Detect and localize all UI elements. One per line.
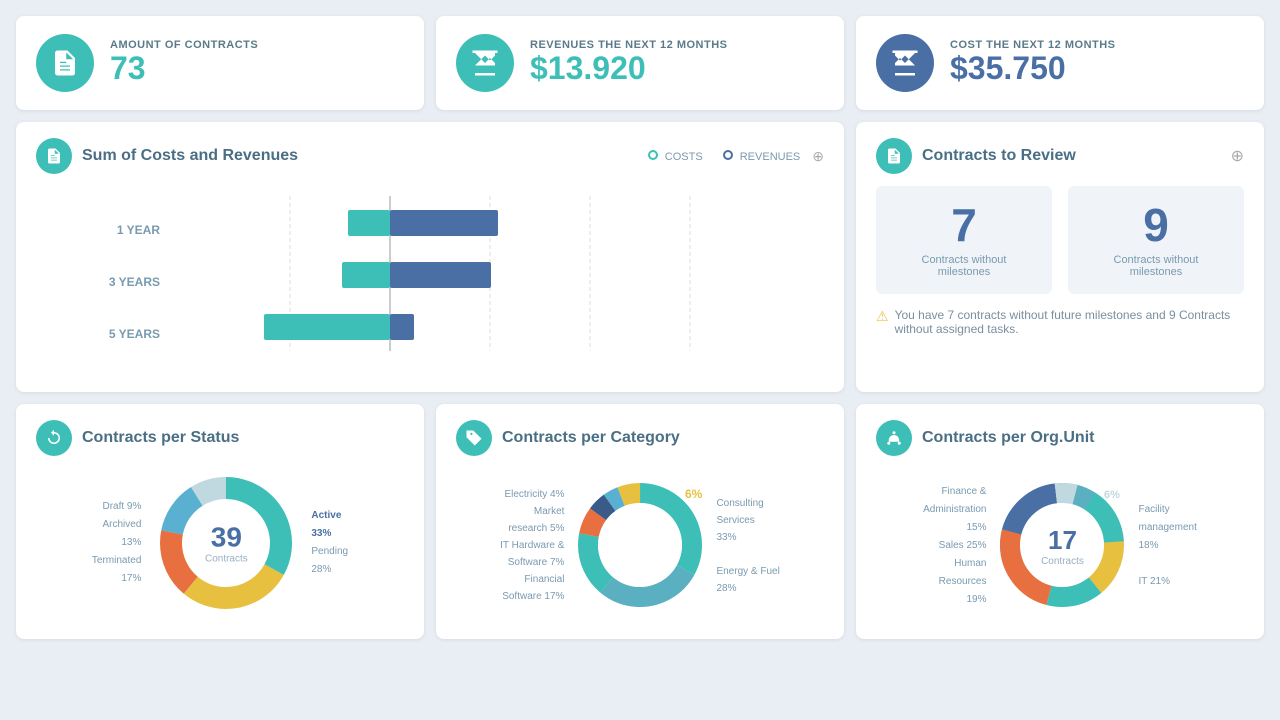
category-icon (456, 420, 492, 456)
legend-terminated: Terminated17% (92, 552, 141, 588)
orgunit-donut-container: 6% 17 Contracts (992, 468, 1132, 623)
kpi-revenues-value: $13.920 (530, 51, 727, 86)
kpi-costs: COST THE NEXT 12 MONTHS $35.750 (856, 16, 1264, 110)
review-box-2-num: 9 (1084, 202, 1228, 248)
warning-icon: ⚠ (876, 308, 889, 325)
svg-text:-84: -84 (243, 321, 261, 335)
orgunit-center-num: 17 (1041, 525, 1084, 556)
orgunit-icon (876, 420, 912, 456)
bar-legend: COSTS REVENUES (648, 150, 801, 163)
status-donut-container: 39 Contracts (151, 468, 301, 618)
bar-chart-svg: 1 YEAR 3 YEARS 5 YEARS -28 72 -32 (46, 186, 814, 371)
category-title: Contracts per Category (502, 429, 824, 447)
orgunit-center-label: Contracts (1041, 556, 1084, 567)
category-legend-right: ConsultingServices33% Energy & Fuel28% (716, 495, 779, 597)
orgunit-legend-left: Finance &Administration15% Sales 25% Hum… (923, 483, 986, 609)
category-donut-container: 6% (570, 468, 710, 623)
kpi-contracts-value: 73 (110, 51, 258, 86)
review-boxes: 7 Contracts withoutmilestones 9 Contract… (876, 186, 1244, 294)
contracts-to-review-card: Contracts to Review ⊕ 7 Contracts withou… (856, 122, 1264, 392)
svg-text:-28: -28 (327, 217, 345, 231)
svg-text:1 YEAR: 1 YEAR (117, 223, 160, 237)
org-hr: HumanResources19% (923, 555, 986, 609)
status-legend-right: Active33% Pending28% (311, 507, 348, 579)
cat-market: Marketresearch 5% (500, 503, 564, 537)
review-title: Contracts to Review (922, 147, 1221, 165)
sum-chart-card: Sum of Costs and Revenues COSTS REVENUES… (16, 122, 844, 392)
cat-ithardware: IT Hardware &Software 7% (500, 537, 564, 571)
kpi-costs-info: COST THE NEXT 12 MONTHS $35.750 (950, 39, 1116, 86)
category-donut-svg: 6% (570, 468, 710, 623)
legend-revenues: REVENUES (723, 150, 801, 163)
svg-text:67: 67 (497, 269, 511, 283)
cat-energy: Energy & Fuel28% (716, 563, 779, 597)
orgunit-card: Contracts per Org.Unit Finance &Administ… (856, 404, 1264, 639)
contracts-icon (36, 34, 94, 92)
orgunit-header: Contracts per Org.Unit (876, 420, 1244, 456)
revenues-icon (456, 34, 514, 92)
category-legend-left: Electricity 4% Marketresearch 5% IT Hard… (500, 486, 564, 605)
org-finance: Finance &Administration15% (923, 483, 986, 537)
sum-chart-target-icon[interactable]: ⊕ (812, 148, 824, 165)
kpi-contracts: AMOUNT OF CONTRACTS 73 (16, 16, 424, 110)
revenues-dot (723, 150, 733, 160)
category-header: Contracts per Category (456, 420, 824, 456)
review-target-icon[interactable]: ⊕ (1231, 146, 1244, 166)
review-box-2-label: Contracts withoutmilestones (1084, 254, 1228, 278)
svg-text:72: 72 (504, 217, 518, 231)
status-header: Contracts per Status (36, 420, 404, 456)
review-warning: ⚠ You have 7 contracts without future mi… (876, 308, 1244, 336)
org-sales: Sales 25% (923, 537, 986, 555)
status-card: Contracts per Status Draft 9% Archived13… (16, 404, 424, 639)
status-legend-left: Draft 9% Archived13% Terminated17% (92, 498, 141, 588)
review-box-1: 7 Contracts withoutmilestones (876, 186, 1052, 294)
status-title: Contracts per Status (82, 429, 404, 447)
review-header: Contracts to Review ⊕ (876, 138, 1244, 174)
costs-icon (876, 34, 934, 92)
kpi-revenues-info: REVENUES THE NEXT 12 MONTHS $13.920 (530, 39, 727, 86)
cat-financial: FinancialSoftware 17% (500, 571, 564, 605)
sum-chart-actions: COSTS REVENUES ⊕ (648, 148, 824, 165)
kpi-contracts-info: AMOUNT OF CONTRACTS 73 (110, 39, 258, 86)
orgunit-title: Contracts per Org.Unit (922, 429, 1244, 447)
status-icon (36, 420, 72, 456)
status-center-label: Contracts (205, 554, 248, 565)
legend-draft: Draft 9% (92, 498, 141, 516)
svg-text:-32: -32 (321, 269, 339, 283)
org-facility: Facilitymanagement18% (1138, 501, 1196, 555)
sum-chart-icon (36, 138, 72, 174)
svg-text:3 YEARS: 3 YEARS (109, 275, 160, 289)
orgunit-legend-right: Facilitymanagement18% IT 21% (1138, 501, 1196, 591)
cat-consulting: ConsultingServices33% (716, 495, 779, 546)
category-card: Contracts per Category Electricity 4% Ma… (436, 404, 844, 639)
kpi-revenues: REVENUES THE NEXT 12 MONTHS $13.920 (436, 16, 844, 110)
status-center-num: 39 (205, 522, 248, 554)
svg-text:6%: 6% (1104, 489, 1120, 501)
costs-dot (648, 150, 658, 160)
review-box-2: 9 Contracts withoutmilestones (1068, 186, 1244, 294)
status-donut-center: 39 Contracts (205, 522, 248, 565)
review-icon (876, 138, 912, 174)
cat-electricity: Electricity 4% (500, 486, 564, 503)
legend-archived: Archived13% (92, 516, 141, 552)
orgunit-donut-center: 17 Contracts (1041, 525, 1084, 567)
bar-chart-container: 1 YEAR 3 YEARS 5 YEARS -28 72 -32 (36, 186, 824, 376)
legend-costs: COSTS (648, 150, 703, 163)
svg-text:5 YEARS: 5 YEARS (109, 327, 160, 341)
orgunit-chart-area: Finance &Administration15% Sales 25% Hum… (876, 468, 1244, 623)
sum-chart-title: Sum of Costs and Revenues (82, 147, 638, 165)
legend-pending: Pending28% (311, 543, 348, 579)
svg-text:6%: 6% (685, 487, 703, 501)
review-box-1-num: 7 (892, 202, 1036, 248)
org-it: IT 21% (1138, 573, 1196, 591)
kpi-costs-value: $35.750 (950, 51, 1116, 86)
sum-chart-header: Sum of Costs and Revenues COSTS REVENUES… (36, 138, 824, 174)
review-warning-text: You have 7 contracts without future mile… (895, 308, 1244, 336)
status-chart-area: Draft 9% Archived13% Terminated17% (36, 468, 404, 618)
category-chart-area: Electricity 4% Marketresearch 5% IT Hard… (456, 468, 824, 623)
review-box-1-label: Contracts withoutmilestones (892, 254, 1036, 278)
legend-active: Active33% (311, 507, 348, 543)
svg-text:16: 16 (420, 321, 434, 335)
